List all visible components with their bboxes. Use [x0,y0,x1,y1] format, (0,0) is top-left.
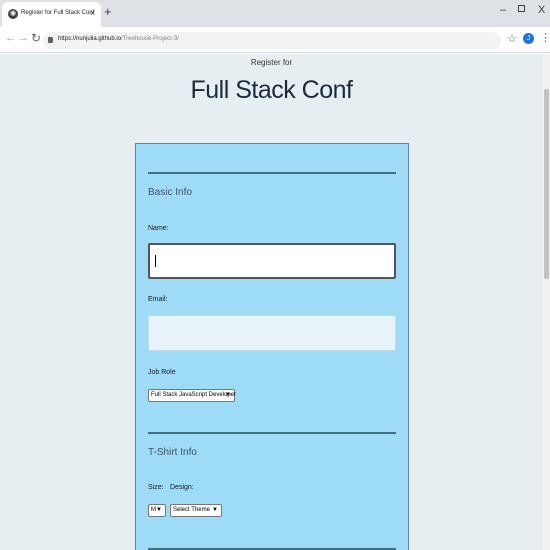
job-role-label: Job Role [148,369,176,376]
minimize-icon[interactable]: – [500,4,506,16]
browser-tab[interactable]: ◉ Register for Full Stack Conf × [2,2,101,27]
favicon-icon: ◉ [8,9,18,19]
address-bar[interactable]: https://nunjulia.github.io/Treehouse-Pro… [43,32,501,49]
close-window-icon[interactable]: X [538,4,545,16]
reload-icon[interactable]: ↻ [31,31,41,45]
browser-toolbar: ← → ↻ https://nunjulia.github.io/Treehou… [0,27,550,53]
tab-close-icon[interactable]: × [90,8,95,18]
name-label: Name: [148,225,169,232]
url-host: https://nunjulia.github.io [58,36,122,42]
design-select[interactable]: Select Theme ▼ [170,504,222,517]
new-tab-icon[interactable]: + [104,4,112,19]
page-pre-title: Register for [250,58,293,67]
chevron-down-icon: ▼ [156,507,162,513]
lock-icon [48,37,53,43]
registration-form: Basic Info Name: Email: Job Role Full St… [135,143,409,550]
design-label: Design: [170,484,194,491]
size-select[interactable]: M ▼ [148,504,166,517]
page-title: Full Stack Conf [190,76,353,104]
tab-title: Register for Full Stack Conf [21,10,95,16]
size-label: Size: [148,484,164,491]
email-field[interactable] [148,315,396,351]
basic-info-legend: Basic Info [148,187,192,198]
page-scrollbar[interactable] [543,54,550,550]
section-divider [148,172,396,174]
section-divider [148,432,396,434]
profile-avatar[interactable]: J [523,33,534,44]
text-caret [155,255,156,267]
design-value: Select Theme [173,507,210,513]
tab-strip: ◉ Register for Full Stack Conf × + – X [0,0,550,27]
page-content: Register for Full Stack Conf Basic Info … [0,54,543,550]
forward-icon[interactable]: → [18,32,29,44]
scrollbar-thumb[interactable] [544,89,549,279]
back-icon[interactable]: ← [5,32,16,44]
name-field[interactable] [148,243,396,279]
chevron-down-icon: ▼ [212,507,218,513]
restore-icon[interactable] [518,5,525,12]
menu-dots-icon[interactable]: ⋮ [540,31,550,44]
job-role-select[interactable]: Full Stack JavaScript Developer ▼ [148,389,237,402]
tshirt-info-legend: T-Shirt Info [148,447,197,458]
url-text: https://nunjulia.github.io/Treehouse-Pro… [58,36,179,42]
chevron-down-icon: ▼ [225,392,231,398]
email-label: Email: [148,296,168,303]
bookmark-star-icon[interactable]: ☆ [507,32,517,45]
job-role-value: Full Stack JavaScript Developer [151,392,237,398]
url-path: /Treehouse-Project-3/ [121,36,179,42]
